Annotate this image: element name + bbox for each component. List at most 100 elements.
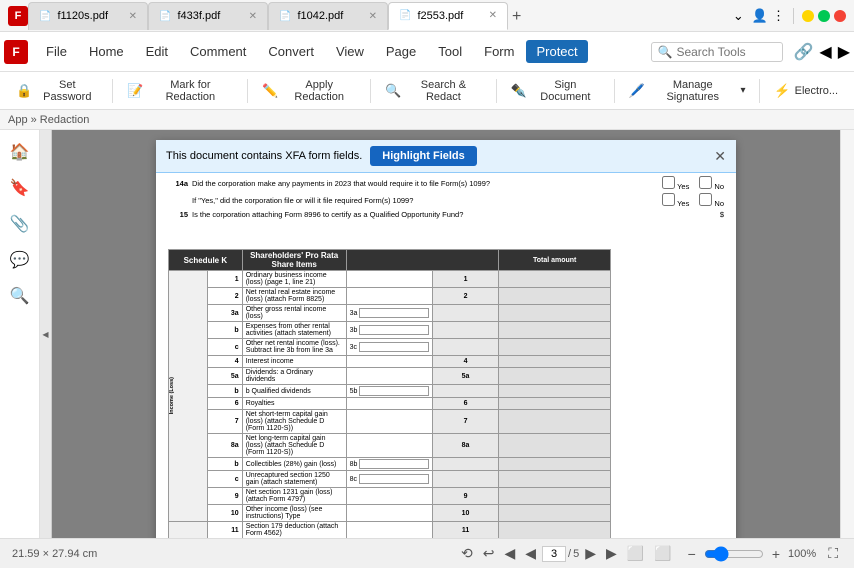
manage-signatures-btn[interactable]: 🖊️Manage Signatures▾ <box>621 75 754 107</box>
notification-close-btn[interactable]: ✕ <box>714 148 726 165</box>
zoom-control: − + 100% <box>684 544 817 564</box>
right-row-num-cell: 11 <box>433 522 499 539</box>
tab-close-tab3[interactable]: ✕ <box>369 11 377 22</box>
row-field-cell[interactable]: 8c <box>346 471 433 488</box>
menu-item-comment[interactable]: Comment <box>180 40 256 63</box>
zoom-slider[interactable] <box>704 546 764 562</box>
page-separator: / <box>568 548 571 560</box>
tab-close-tab1[interactable]: ✕ <box>129 11 137 22</box>
yes-14a-sub[interactable] <box>662 193 675 206</box>
fit-page-btn[interactable]: ⬜ <box>623 543 648 564</box>
back-btn[interactable]: ↩ <box>479 543 499 564</box>
collapse-handle[interactable]: ◀ <box>40 130 52 538</box>
page-input[interactable] <box>542 546 566 562</box>
maximize-btn[interactable] <box>818 10 830 22</box>
header-icon-1[interactable]: ◀ <box>819 42 831 62</box>
status-right: ⟲ ↩ ◀ ◀ / 5 ▶ ▶ ⬜ ⬜ − + 100% ⛶ <box>457 543 842 564</box>
total-amount-cell[interactable] <box>498 410 611 434</box>
minimize-btn[interactable] <box>802 10 814 22</box>
total-amount-cell[interactable] <box>498 322 611 339</box>
electronic-btn[interactable]: ⚡Electro... <box>766 79 846 103</box>
total-amount-cell[interactable] <box>498 434 611 458</box>
row-field-cell <box>346 522 433 539</box>
mark-redaction-btn[interactable]: 📝Mark for Redaction <box>119 75 241 107</box>
menu-item-view[interactable]: View <box>326 40 374 63</box>
first-page-btn[interactable]: ◀ <box>500 543 519 564</box>
account-icon[interactable]: 👤 <box>752 8 768 24</box>
menu-item-form[interactable]: Form <box>474 40 524 63</box>
row-desc-cell: b Qualified dividends <box>242 385 346 398</box>
total-amount-cell[interactable] <box>498 458 611 471</box>
menu-item-edit[interactable]: Edit <box>136 40 178 63</box>
menu-item-tool[interactable]: Tool <box>428 40 472 63</box>
menu-item-protect[interactable]: Protect <box>526 40 587 63</box>
zoom-in-btn[interactable]: + <box>768 544 784 564</box>
total-amount-cell[interactable] <box>498 356 611 368</box>
tab-tab3[interactable]: 📄f1042.pdf✕ <box>268 2 388 30</box>
tab-tab4[interactable]: 📄f2553.pdf✕ <box>388 2 508 30</box>
rotate-btn[interactable]: ⟲ <box>457 543 477 564</box>
menu-item-file[interactable]: File <box>36 40 77 63</box>
total-amount-cell[interactable] <box>498 505 611 522</box>
row-field-cell[interactable]: 8b <box>346 458 433 471</box>
tab-close-tab4[interactable]: ✕ <box>489 10 497 21</box>
fullscreen-btn[interactable]: ⛶ <box>824 543 842 564</box>
sidebar-attachment[interactable]: 📎 <box>6 210 34 238</box>
total-amount-cell[interactable] <box>498 305 611 322</box>
doc-area[interactable]: This document contains XFA form fields. … <box>52 130 840 538</box>
total-amount-cell[interactable] <box>498 288 611 305</box>
next-page-btn[interactable]: ▶ <box>581 543 600 564</box>
total-amount-cell[interactable] <box>498 385 611 398</box>
sign-document-btn[interactable]: ✒️Sign Document <box>503 75 608 107</box>
sidebar-bookmark[interactable]: 🔖 <box>6 174 34 202</box>
table-row: 4Interest income4 <box>169 356 724 368</box>
menu-item-home[interactable]: Home <box>79 40 134 63</box>
prev-page-btn[interactable]: ◀ <box>521 543 540 564</box>
header-icon-2[interactable]: ▶ <box>838 42 850 62</box>
yes-14a[interactable] <box>662 176 675 189</box>
toolbar-sep-5 <box>614 79 615 103</box>
tab-controls[interactable]: ⌄ 👤 ⋮ <box>729 6 846 26</box>
last-page-btn[interactable]: ▶ <box>602 543 621 564</box>
right-row-num-cell <box>433 385 499 398</box>
total-amount-cell[interactable] <box>498 471 611 488</box>
no-14a[interactable] <box>699 176 712 189</box>
tab-close-tab2[interactable]: ✕ <box>249 11 257 22</box>
search-tools[interactable]: 🔍 <box>651 42 784 62</box>
set-password-btn[interactable]: 🔒Set Password <box>8 75 106 107</box>
row-field-cell[interactable]: 3c <box>346 339 433 356</box>
row-num-cell: 7 <box>207 410 242 434</box>
row-field-cell[interactable]: 3b <box>346 322 433 339</box>
header-icon-0[interactable]: 🔗 <box>793 42 813 62</box>
sidebar-home[interactable]: 🏠 <box>6 138 34 166</box>
highlight-fields-btn[interactable]: Highlight Fields <box>370 146 477 166</box>
new-tab-btn[interactable]: + <box>508 4 525 30</box>
toolbar-sep-4 <box>496 79 497 103</box>
sidebar-comment[interactable]: 💬 <box>6 246 34 274</box>
app-menu-logo: F <box>4 40 28 64</box>
menu-item-page[interactable]: Page <box>376 40 426 63</box>
total-amount-cell[interactable] <box>498 271 611 288</box>
menu-icon[interactable]: ⋮ <box>772 8 785 24</box>
total-amount-cell[interactable] <box>498 398 611 410</box>
close-btn[interactable] <box>834 10 846 22</box>
total-amount-cell[interactable] <box>498 368 611 385</box>
total-amount-cell[interactable] <box>498 339 611 356</box>
sidebar-search[interactable]: 🔍 <box>6 282 34 310</box>
no-14a-sub[interactable] <box>699 193 712 206</box>
total-amount-cell[interactable] <box>498 488 611 505</box>
row-num-cell: b <box>207 385 242 398</box>
row-field-cell[interactable]: 3a <box>346 305 433 322</box>
fit-width-btn[interactable]: ⬜ <box>650 543 675 564</box>
tab-tab2[interactable]: 📄f433f.pdf✕ <box>148 2 268 30</box>
row-field-cell[interactable]: 5b <box>346 385 433 398</box>
menu-item-convert[interactable]: Convert <box>258 40 324 63</box>
total-amount-cell[interactable] <box>498 522 611 539</box>
search-redact-btn[interactable]: 🔍Search & Redact <box>377 75 490 107</box>
search-tools-input[interactable] <box>676 45 776 59</box>
row-num-cell: 11 <box>207 522 242 539</box>
apply-redaction-btn[interactable]: ✏️Apply Redaction <box>254 75 364 107</box>
zoom-out-btn[interactable]: − <box>684 544 700 564</box>
more-tabs-btn[interactable]: ⌄ <box>729 6 748 26</box>
tab-tab1[interactable]: 📄f1120s.pdf✕ <box>28 2 148 30</box>
